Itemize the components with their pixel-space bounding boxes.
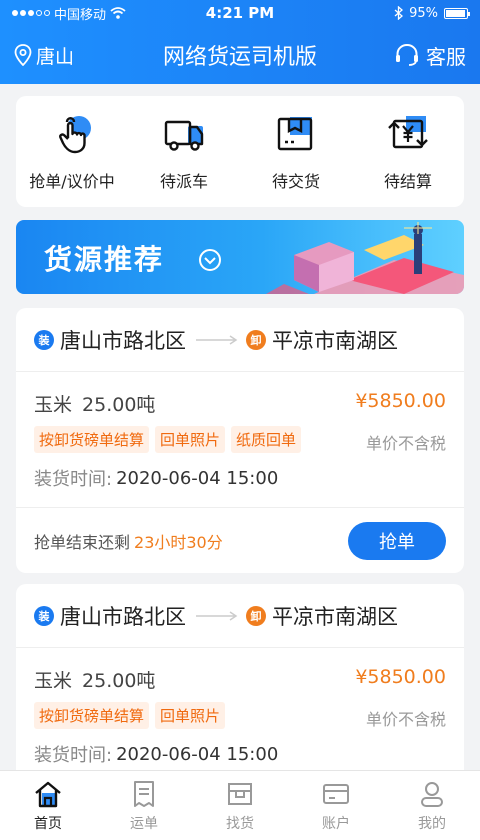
menu-label: 待交货 [271,171,320,191]
headset-icon [396,43,418,66]
tap-hand-icon [59,115,91,153]
order-card[interactable]: 装 唐山市路北区 卸 平凉市南湖区 玉米 25.00吨 ¥5850.00 按卸货… [16,584,464,784]
price: ¥5850.00 [355,666,446,688]
tab-label: 账户 [322,815,350,832]
menu-grabbing-bidding[interactable]: 抢单/议价中 [22,112,122,192]
destination-city: 平凉市南湖区 [272,328,398,353]
battery-percent: 95% [409,5,438,21]
bottom-tab-bar: 首页 运单 找货 账户 我的 [0,770,480,840]
grab-order-button[interactable]: 抢单 [348,521,446,560]
recommended-cargo-banner[interactable]: 货源推荐 [16,220,464,294]
menu-awaiting-settlement[interactable]: 待结算 [358,112,458,192]
order-card[interactable]: 装 唐山市路北区 卸 平凉市南湖区 玉米 25.00吨 ¥5850.00 按卸货… [16,308,464,573]
tax-note: 单价不含税 [365,434,446,453]
unload-badge: 卸 [246,329,266,350]
app-header: 中国移动 4:21 PM 95% 唐山 网络货运司机版 客服 [0,0,480,84]
tab-label: 运单 [130,815,158,832]
countdown-value: 23小时30分 [134,532,223,552]
location-label: 唐山 [36,45,75,68]
price: ¥5850.00 [355,390,446,412]
origin-city: 唐山市路北区 [60,604,186,629]
destination-city: 平凉市南湖区 [272,604,398,629]
order-details: 玉米 25.00吨 ¥5850.00 按卸货磅单结算 回单照片 单价不含税 装货… [16,648,464,769]
bluetooth-icon [394,6,404,20]
tag: 按卸货磅单结算 [34,426,150,453]
tab-find-goods[interactable]: 找货 [192,771,288,840]
status-bar: 中国移动 4:21 PM 95% [0,0,480,26]
load-time: 装货时间: 2020-06-04 15:00 [34,463,446,493]
load-time-value: 2020-06-04 15:00 [116,743,279,765]
goods-weight: 25.00吨 [82,393,156,416]
tab-profile[interactable]: 我的 [384,771,480,840]
service-label: 客服 [426,44,466,69]
menu-label: 待派车 [159,171,208,191]
tab-waybill[interactable]: 运单 [96,771,192,840]
tag: 回单照片 [155,702,226,729]
location-selector[interactable]: 唐山 [14,42,74,69]
find-goods-icon [228,782,252,805]
battery-icon [444,7,470,19]
tab-label: 我的 [418,815,446,832]
waybill-icon [134,780,154,807]
card-footer: 抢单结束还剩 23小时30分 抢单 [16,507,464,573]
load-time-value: 2020-06-04 15:00 [116,467,279,489]
truck-icon [164,120,204,151]
tag: 按卸货磅单结算 [34,702,150,729]
menu-awaiting-delivery[interactable]: 待交货 [246,112,346,192]
menu-label: 抢单/议价中 [29,171,115,191]
tab-label: 找货 [226,815,254,832]
tab-account[interactable]: 账户 [288,771,384,840]
wifi-icon [110,7,126,19]
tax-note: 单价不含税 [365,710,446,729]
account-card-icon [323,783,349,804]
unload-badge: 卸 [246,605,266,626]
order-details: 玉米 25.00吨 ¥5850.00 按卸货磅单结算 回单照片 纸质回单 单价不… [16,372,464,493]
route-arrow-icon [196,334,238,345]
order-status-menu: 抢单/议价中 待派车 待交货 待结算 [16,96,464,207]
carrier-label: 中国移动 [54,7,107,23]
load-badge: 装 [34,329,54,350]
menu-awaiting-dispatch[interactable]: 待派车 [134,112,234,192]
home-icon [35,781,61,807]
route-row: 装 唐山市路北区 卸 平凉市南湖区 [16,584,464,648]
tab-label: 首页 [34,815,62,832]
goods-name: 玉米 [34,669,73,692]
load-time-label: 装货时间: [34,745,113,766]
route-arrow-icon [196,610,238,621]
location-pin-icon [14,44,32,66]
profile-icon [421,781,443,807]
goods-name: 玉米 [34,393,73,416]
signal-icon [12,10,50,16]
countdown: 抢单结束还剩 23小时30分 [34,529,223,553]
nav-bar: 唐山 网络货运司机版 客服 [0,26,480,84]
menu-label: 待结算 [383,171,432,191]
route-row: 装 唐山市路北区 卸 平凉市南湖区 [16,308,464,372]
countdown-label: 抢单结束还剩 [34,532,131,552]
load-time: 装货时间: 2020-06-04 15:00 [34,739,446,769]
tag: 回单照片 [155,426,226,453]
package-icon [277,116,313,150]
customer-service-button[interactable]: 客服 [394,41,466,70]
settlement-icon [388,115,428,148]
goods-weight: 25.00吨 [82,669,156,692]
banner-title: 货源推荐 [44,243,165,276]
tab-home[interactable]: 首页 [0,771,96,840]
chevron-down-circle-icon [199,249,221,271]
load-time-label: 装货时间: [34,469,113,490]
tag: 纸质回单 [231,426,302,453]
load-badge: 装 [34,605,54,626]
origin-city: 唐山市路北区 [60,328,186,353]
banner-illustration [266,222,464,294]
